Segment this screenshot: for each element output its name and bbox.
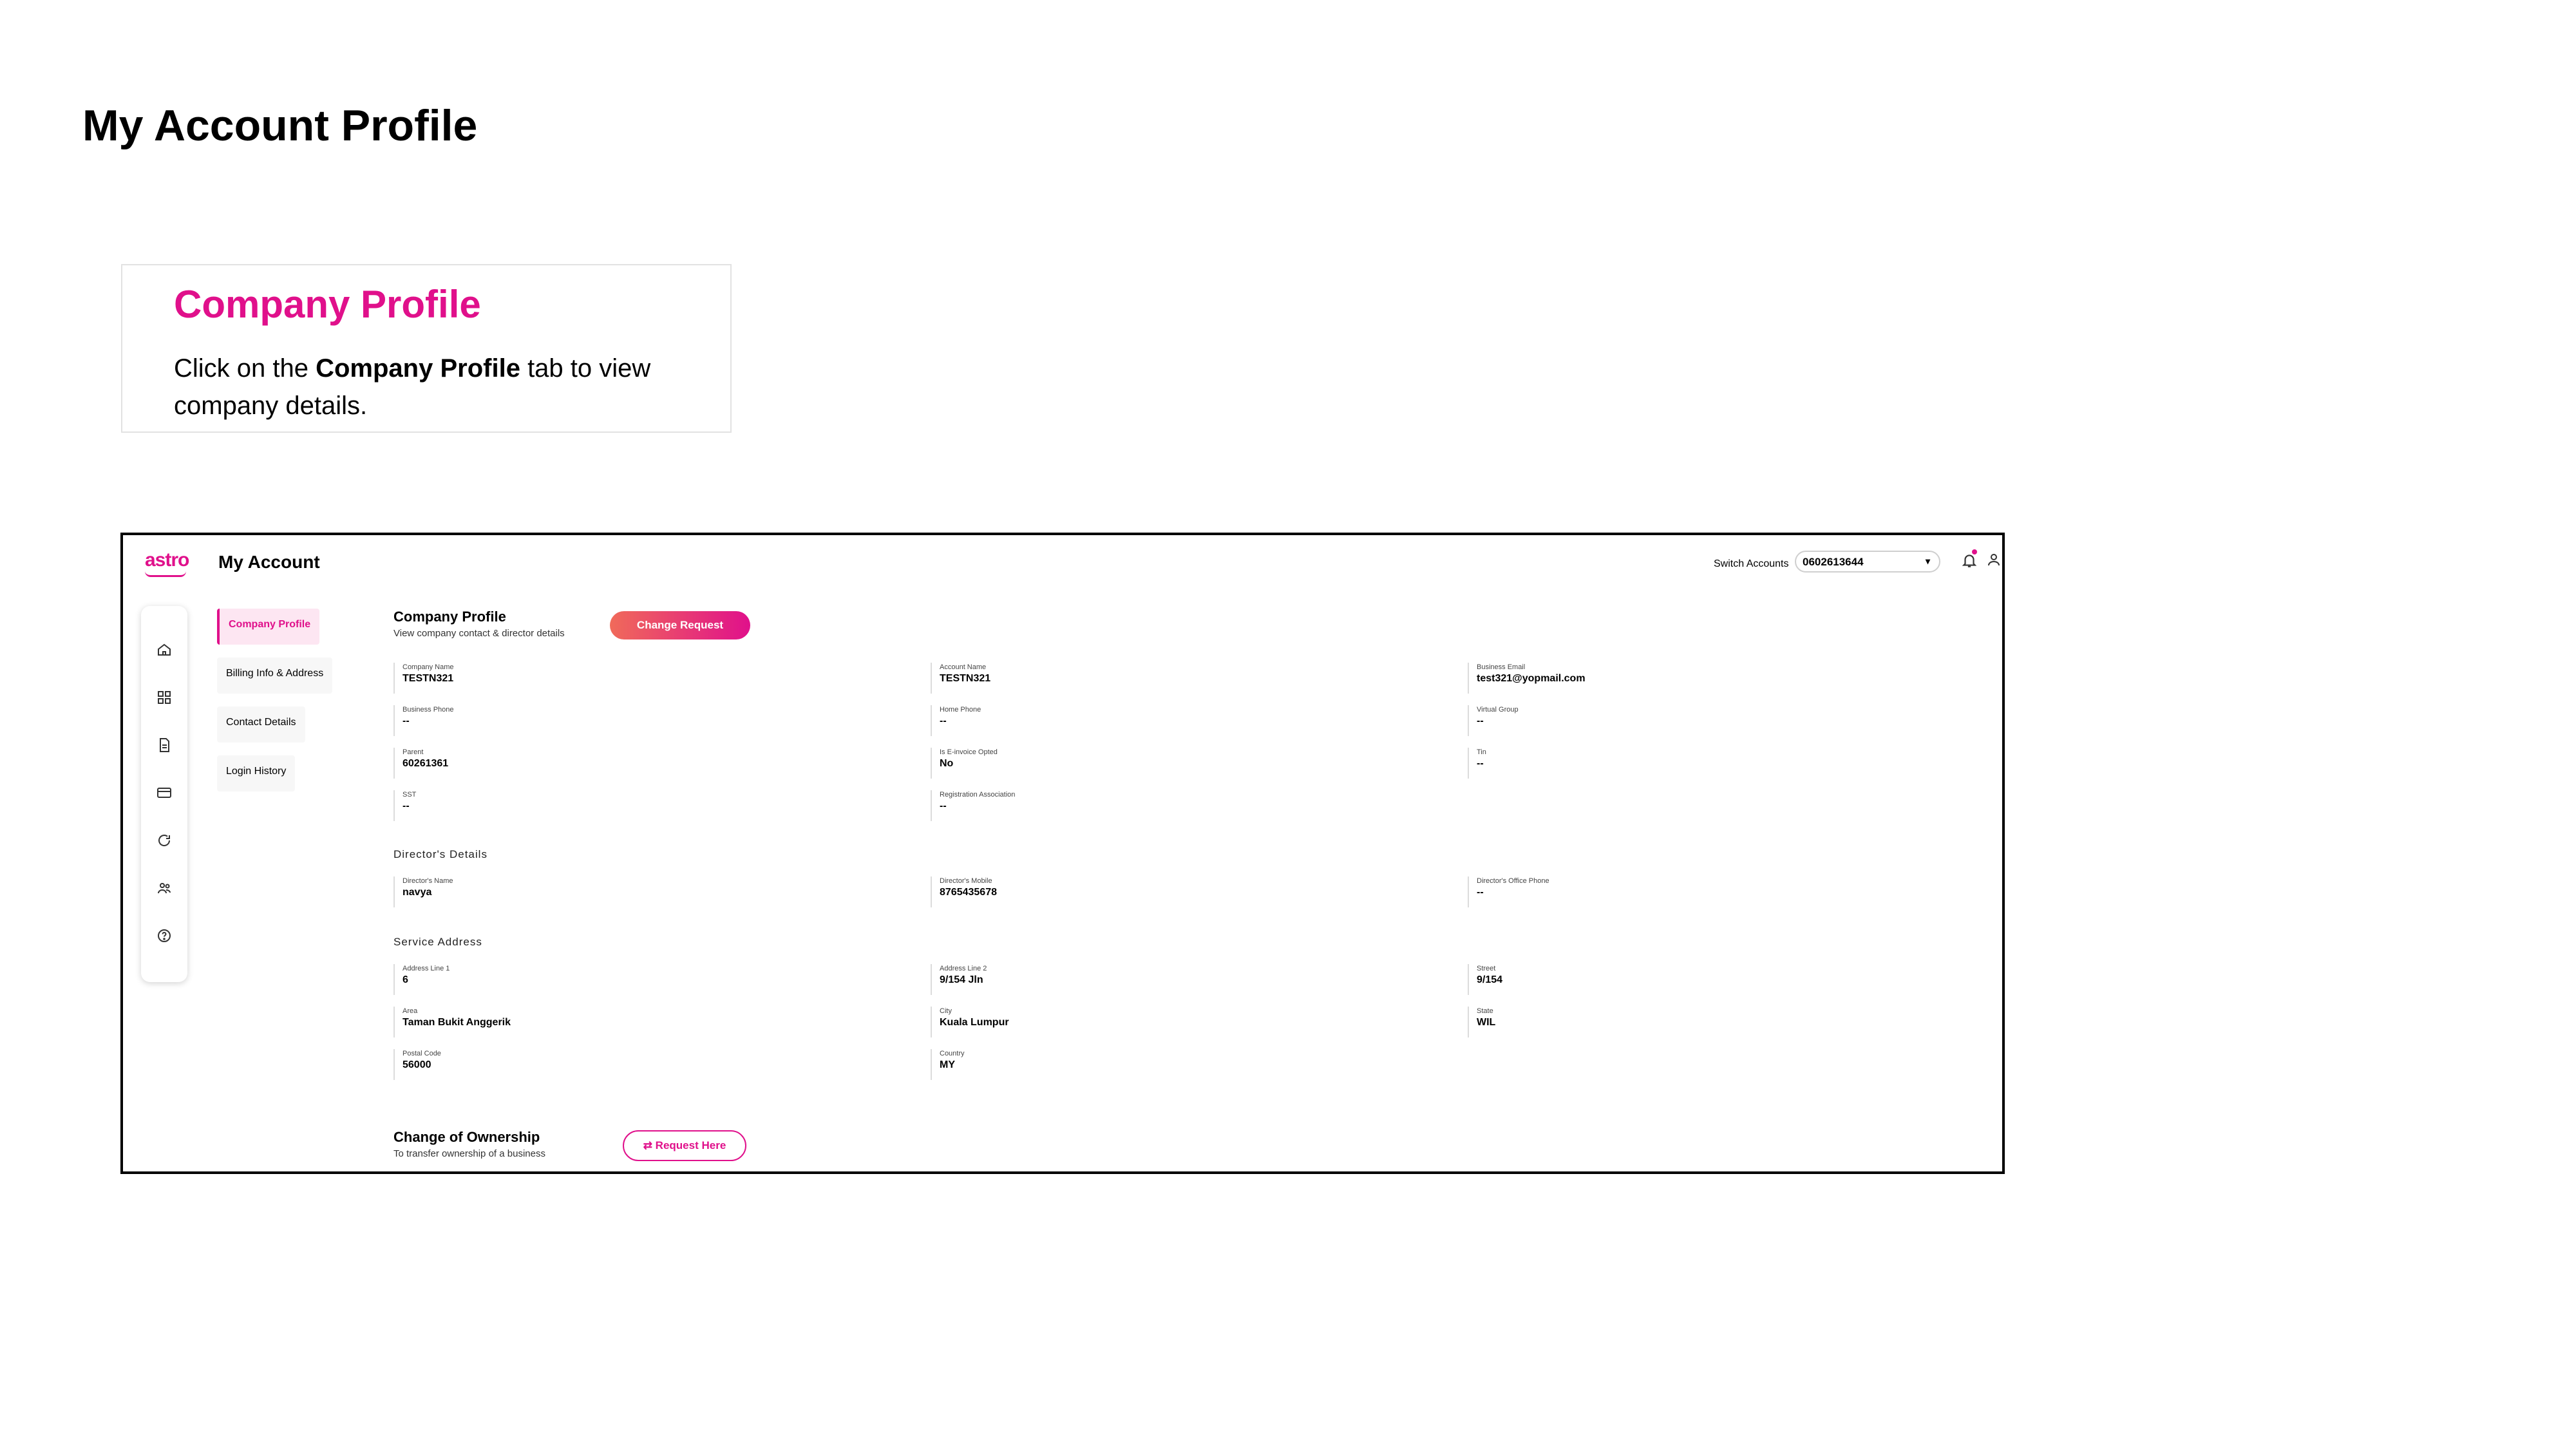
request-here-label: Request Here — [655, 1139, 726, 1151]
logo-underline — [145, 571, 186, 577]
field-account-name: Account Name TESTN321 — [931, 663, 990, 694]
callout-text: Click on the Company Profile tab to view… — [174, 350, 679, 424]
request-here-button[interactable]: ⇄ Request Here — [623, 1130, 746, 1161]
bell-icon[interactable] — [1960, 552, 1979, 571]
callout-text-bold: Company Profile — [316, 354, 520, 383]
instruction-callout: Company Profile Click on the Company Pro… — [121, 264, 732, 433]
help-icon[interactable] — [155, 928, 173, 946]
account-switcher[interactable]: 0602613644 ▾ — [1795, 551, 1940, 573]
document-icon[interactable] — [155, 737, 173, 755]
field-street: Street 9/154 — [1468, 964, 1502, 995]
field-director-office-phone: Director's Office Phone -- — [1468, 876, 1549, 907]
service-address-heading: Service Address — [393, 936, 482, 948]
field-address-line-1: Address Line 16 — [393, 964, 450, 995]
company-profile-title: Company Profile — [393, 609, 506, 625]
card-icon[interactable] — [155, 785, 173, 803]
chevron-down-icon: ▾ — [1925, 556, 1930, 566]
account-number: 0602613644 — [1803, 556, 1864, 568]
app-screenshot: astro My Account Switch Accounts 0602613… — [120, 533, 2005, 1174]
tab-billing-info[interactable]: Billing Info & Address — [217, 658, 333, 694]
user-icon[interactable] — [1984, 552, 2003, 571]
ownership-subtitle: To transfer ownership of a business — [393, 1148, 545, 1159]
company-profile-subtitle: View company contact & director details — [393, 628, 565, 639]
field-home-phone: Home Phone -- — [931, 705, 981, 736]
side-rail — [141, 606, 187, 982]
field-postal-code: Postal Code 56000 — [393, 1049, 441, 1080]
app-title: My Account — [218, 552, 320, 572]
field-tin: Tin -- — [1468, 748, 1486, 779]
tab-login-history[interactable]: Login History — [217, 755, 296, 791]
refresh-icon[interactable] — [155, 833, 173, 851]
field-area: Area Taman Bukit Anggerik — [393, 1007, 511, 1037]
ownership-title: Change of Ownership — [393, 1129, 540, 1145]
field-einvoice-opted: Is E-invoice Opted No — [931, 748, 998, 779]
callout-heading: Company Profile — [174, 283, 481, 326]
home-icon[interactable] — [155, 642, 173, 660]
page-title: My Account Profile — [82, 101, 478, 150]
users-icon[interactable] — [155, 880, 173, 898]
field-business-phone: Business Phone -- — [393, 705, 454, 736]
field-director-mobile: Director's Mobile 8765435678 — [931, 876, 997, 907]
field-country: Country MY — [931, 1049, 965, 1080]
change-request-button[interactable]: Change Request — [610, 611, 750, 639]
field-company-name: Company Name TESTN321 — [393, 663, 453, 694]
field-virtual-group: Virtual Group -- — [1468, 705, 1519, 736]
swap-icon: ⇄ — [643, 1139, 656, 1151]
field-parent: Parent 60261361 — [393, 748, 448, 779]
tab-contact-details[interactable]: Contact Details — [217, 706, 305, 743]
astro-logo[interactable]: astro — [145, 549, 189, 571]
switch-accounts-label: Switch Accounts — [1714, 558, 1789, 569]
notification-dot — [1972, 549, 1977, 554]
directors-heading: Director's Details — [393, 848, 488, 860]
field-registration-association: Registration Association -- — [931, 790, 1015, 821]
field-sst: SST -- — [393, 790, 416, 821]
grid-icon[interactable] — [155, 690, 173, 708]
callout-text-pre: Click on the — [174, 354, 316, 383]
field-business-email: Business Email test321@yopmail.com — [1468, 663, 1586, 694]
field-director-name: Director's Name navya — [393, 876, 453, 907]
field-city: City Kuala Lumpur — [931, 1007, 1009, 1037]
field-state: State WIL — [1468, 1007, 1495, 1037]
tab-company-profile[interactable]: Company Profile — [217, 609, 320, 645]
field-address-line-2: Address Line 2 9/154 Jln — [931, 964, 987, 995]
